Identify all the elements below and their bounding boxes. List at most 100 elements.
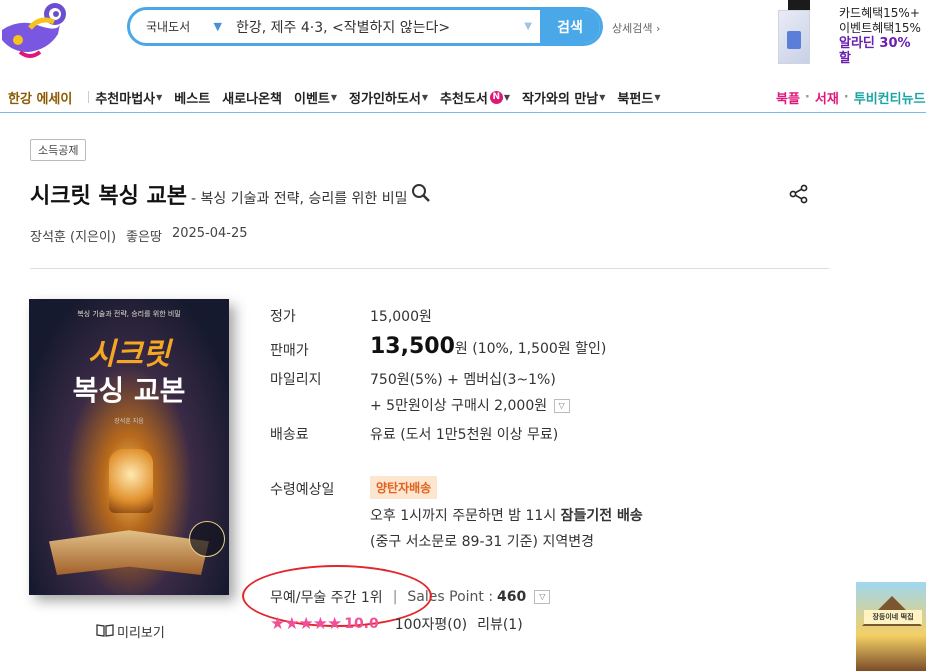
shipping-value: 유료 (도서 1만5천원 이상 무료) <box>370 427 559 443</box>
promo-line3: 알라딘 30% 할 <box>839 36 911 66</box>
nav-dot: · <box>804 89 810 105</box>
star-rating-icon: ★★★★★ <box>270 614 342 634</box>
title-row: 시크릿 복싱 교본 - 복싱 기술과 전략, 승리를 위한 비밀 <box>30 178 431 210</box>
cover-fist-illustration <box>109 449 153 513</box>
nav-item-3[interactable]: 새로나온책 <box>222 88 282 107</box>
nav-item-7[interactable]: 작가와의 만남 ▼ <box>522 88 605 107</box>
nav-link-tobecontinued[interactable]: 투비컨티뉴드 <box>854 88 926 107</box>
share-icon[interactable] <box>789 184 809 204</box>
nav-item-label: 추천도서 <box>439 91 488 107</box>
nav-item-1[interactable]: 추천마법사 ▼ <box>95 88 162 107</box>
mileage-label: 마일리지 <box>270 372 322 388</box>
search-category-label: 국내도서 <box>146 20 191 34</box>
advanced-search-link[interactable]: 상세검색 › <box>612 20 660 36</box>
nav-item-label: 한강 에세이 <box>8 91 73 107</box>
delivery-info-line1: 오후 1시까지 주문하면 밤 11시 잠들기전 배송 <box>370 505 643 525</box>
side-ad-banner[interactable]: 장등이네 떡집 <box>856 582 926 671</box>
mileage-expand-button[interactable]: ▽ <box>553 399 570 413</box>
nav-item-5[interactable]: 정가인하도서 ▼ <box>349 88 428 107</box>
nav-right: 북플 · 서재 · 투비컨티뉴드 <box>776 86 926 108</box>
nav-dot: · <box>843 89 849 105</box>
delivery-badge-row: 양탄자배송 <box>370 476 438 499</box>
nav-item-0[interactable]: 한강 에세이 <box>8 88 72 107</box>
nav-item-8[interactable]: 북펀드 ▼ <box>617 88 660 107</box>
nav-link-bookple[interactable]: 북플 <box>776 88 800 107</box>
nav-link-library[interactable]: 서재 <box>815 88 839 107</box>
nav-item-label: 작가와의 만남 <box>521 91 599 107</box>
preview-label: 미리보기 <box>117 626 165 641</box>
nav-left: 한강 에세이 추천마법사 ▼ 베스트 새로나온책 이벤트 ▼ 정가인하도서 ▼ 추천도서 N ▼ 작가… <box>8 86 672 108</box>
nav-item-6[interactable]: 추천도서 N ▼ <box>440 88 510 107</box>
nav-item-4[interactable]: 이벤트 ▼ <box>294 88 337 107</box>
nav-item-label: 베스트 <box>174 91 211 107</box>
receive-date-label: 수령예상일 <box>270 482 335 498</box>
dropdown-arrow-icon: ▼ <box>156 92 163 102</box>
dropdown-arrow-icon: ▼ <box>421 92 428 102</box>
sale-discount: (10%, 1,500원 할인) <box>472 341 607 357</box>
nav-item-2[interactable]: 베스트 <box>174 88 210 107</box>
rating-score: 10.0 <box>344 616 379 632</box>
cover-author: 장석훈 지음 <box>114 418 144 425</box>
cover-seal-badge <box>189 521 225 557</box>
search-category-select[interactable]: 국내도서 ▼ <box>130 10 230 43</box>
nav-item-label: 이벤트 <box>294 91 330 107</box>
mileage-extra: + 5만원이상 구매시 2,000원 <box>370 398 548 414</box>
cover-title-2: 복싱 교본 <box>72 374 186 407</box>
nav-item-label: 새로나온책 <box>222 91 282 107</box>
delivery-info-bold: 잠들기전 배송 <box>560 508 643 524</box>
sale-price-unit: 원 <box>454 341 468 357</box>
card-promo-banner[interactable]: 카드혜택15%+ 이벤트혜택15% 알라딘 30% 할 <box>776 0 926 66</box>
search-icon[interactable] <box>411 183 431 203</box>
promo-line2: 이벤트혜택15% <box>839 21 921 35</box>
publisher-link[interactable]: 좋은땅 <box>126 226 162 245</box>
delivery-location[interactable]: (중구 서소문로 89-31 기준) 지역변경 <box>370 531 594 551</box>
carpet-delivery-badge: 양탄자배송 <box>370 476 438 499</box>
search-box: 국내도서 ▼ 한강, 제주 4·3, <작별하지 않는다> ▼ 검색 <box>127 7 603 46</box>
sale-price: 13,500원 (10%, 1,500원 할인) <box>370 334 606 359</box>
search-query: 한강, 제주 4·3, <작별하지 않는다> <box>236 19 451 36</box>
promo-text: 카드혜택15%+ 이벤트혜택15% 알라딘 30% 할 <box>839 6 926 66</box>
book-title: 시크릿 복싱 교본 <box>30 184 187 209</box>
main-nav: 한강 에세이 추천마법사 ▼ 베스트 새로나온책 이벤트 ▼ 정가인하도서 ▼ 추천도서 N ▼ 작가… <box>0 86 926 113</box>
promo-line1: 카드혜택15%+ <box>839 6 920 20</box>
cover-title-1: 시크릿 <box>87 337 171 372</box>
dropdown-arrow-icon: ▼ <box>599 92 606 102</box>
search-button[interactable]: 검색 <box>540 10 600 43</box>
book-subtitle: - 복싱 기술과 전략, 승리를 위한 비밀 <box>191 191 408 207</box>
open-book-icon <box>96 623 114 641</box>
dropdown-arrow-icon: ▼ <box>654 92 661 102</box>
new-badge: N <box>489 90 503 104</box>
aladin-logo[interactable] <box>0 0 72 62</box>
mileage-extra-row: + 5만원이상 구매시 2,000원 ▽ <box>370 395 570 415</box>
tax-deduction-tag: 소득공제 <box>30 139 87 161</box>
nav-item-label: 정가인하도서 <box>349 91 421 107</box>
author-link[interactable]: 장석훈 (지은이) <box>30 226 116 245</box>
ad-sign-text: 장등이네 떡집 <box>864 610 922 624</box>
dropdown-arrow-icon: ▼ <box>503 92 510 102</box>
sales-point-value: 460 <box>497 589 527 605</box>
review-count-link[interactable]: 리뷰(1) <box>477 614 523 634</box>
nav-separator <box>88 91 90 103</box>
mileage-value: 750원(5%) + 멤버십(3~1%) <box>370 372 556 388</box>
divider <box>30 268 829 269</box>
list-price-value: 15,000원 <box>370 309 432 325</box>
rating-row: ★★★★★ 10.0 100자평(0) 리뷰(1) <box>270 614 523 634</box>
nav-item-label: 추천마법사 <box>95 91 156 107</box>
author-row: 장석훈 (지은이) 좋은땅 2025-04-25 <box>30 226 248 245</box>
nav-item-label: 북펀드 <box>617 91 654 107</box>
delivery-info-pre: 오후 1시까지 주문하면 밤 11시 <box>370 508 561 524</box>
credit-card-image <box>778 10 810 64</box>
list-price-label: 정가 <box>270 309 296 325</box>
chevron-down-icon: ▼ <box>213 20 222 33</box>
search-input[interactable]: 한강, 제주 4·3, <작별하지 않는다> ▼ <box>230 10 540 43</box>
search-history-dropdown-icon[interactable]: ▼ <box>524 21 532 32</box>
dropdown-arrow-icon: ▼ <box>330 92 338 102</box>
preview-button[interactable]: 미리보기 <box>96 622 165 641</box>
cover-top-text: 복싱 기술과 전략, 승리를 위한 비밀 <box>77 310 181 318</box>
short-review-count-link[interactable]: 100자평(0) <box>395 614 467 634</box>
book-cover-image[interactable]: 복싱 기술과 전략, 승리를 위한 비밀 시크릿 복싱 교본 장석훈 지음 <box>29 299 229 595</box>
sales-point-expand-button[interactable]: ▽ <box>534 590 551 604</box>
sale-price-value: 13,500 <box>370 334 455 359</box>
sale-price-label: 판매가 <box>270 343 309 359</box>
shipping-label: 배송료 <box>270 427 309 443</box>
